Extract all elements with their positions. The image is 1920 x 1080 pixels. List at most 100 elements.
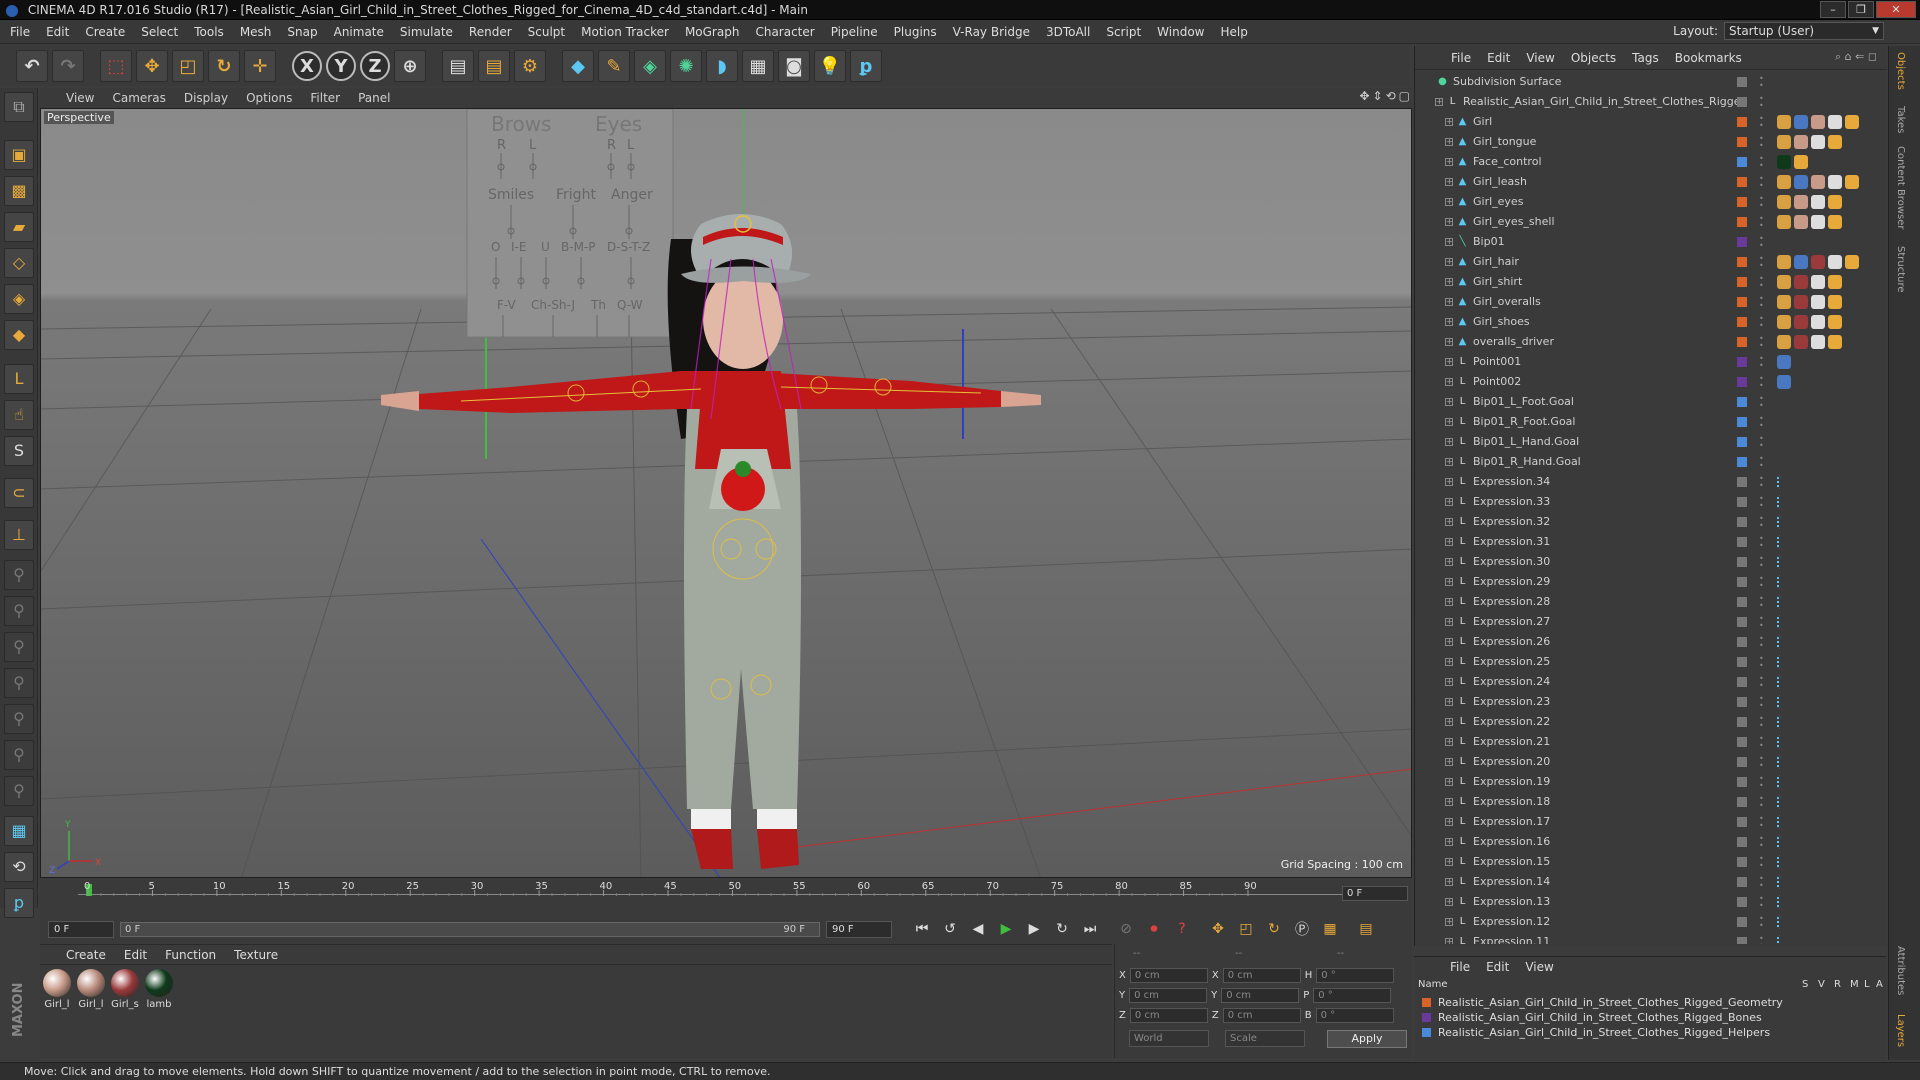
expand-toggle-icon[interactable]: + xyxy=(1445,638,1453,646)
tag-icon[interactable] xyxy=(1777,135,1791,149)
tag-icon[interactable] xyxy=(1811,195,1825,209)
expand-toggle-icon[interactable]: + xyxy=(1445,138,1453,146)
tag-icon[interactable] xyxy=(1828,215,1842,229)
menu-window[interactable]: Window xyxy=(1157,25,1204,39)
layer-color-swatch[interactable] xyxy=(1737,817,1747,827)
expand-toggle-icon[interactable]: + xyxy=(1445,558,1453,566)
expand-toggle-icon[interactable]: + xyxy=(1445,538,1453,546)
zoom-icon[interactable]: ⇕ xyxy=(1373,89,1383,103)
object-row[interactable]: + L Expression.20 • • xyxy=(1415,752,1877,772)
make-editable-icon[interactable]: ⧉ xyxy=(4,92,34,122)
key-pla-icon[interactable]: ▦ xyxy=(1318,917,1342,941)
tag-icon[interactable] xyxy=(1794,135,1808,149)
menu-vray-bridge[interactable]: V-Ray Bridge xyxy=(953,25,1030,39)
object-row[interactable]: + ▲ Girl_overalls • • xyxy=(1415,292,1877,312)
tag-icon[interactable] xyxy=(1794,195,1808,209)
tag-icon[interactable] xyxy=(1811,175,1825,189)
floor-icon[interactable]: ▦ xyxy=(742,50,774,82)
layer-color-swatch[interactable] xyxy=(1737,97,1747,107)
expand-toggle-icon[interactable]: + xyxy=(1445,618,1453,626)
visibility-dots-icon[interactable]: •• xyxy=(1759,315,1764,330)
object-row[interactable]: + ▲ Girl_shoes • • xyxy=(1415,312,1877,332)
visibility-dots-icon[interactable]: •• xyxy=(1759,835,1764,850)
layer-color-swatch[interactable] xyxy=(1737,757,1747,767)
expression-tag-icon[interactable] xyxy=(1777,735,1787,749)
layer-color-swatch[interactable] xyxy=(1737,497,1747,507)
position-y-field[interactable]: 0 cm xyxy=(1129,988,1208,1003)
layer-color-swatch[interactable] xyxy=(1737,857,1747,867)
key-rotation-icon[interactable]: ↻ xyxy=(1262,917,1286,941)
expression-tag-icon[interactable] xyxy=(1777,835,1787,849)
visibility-dots-icon[interactable]: •• xyxy=(1759,935,1764,945)
menu-file[interactable]: File xyxy=(10,25,30,39)
expression-tag-icon[interactable] xyxy=(1777,815,1787,829)
vp-menu-options[interactable]: Options xyxy=(246,91,292,105)
tag-icon[interactable] xyxy=(1828,275,1842,289)
object-row[interactable]: + L Expression.23 • • xyxy=(1415,692,1877,712)
camera-icon[interactable]: ◙ xyxy=(778,50,810,82)
expand-toggle-icon[interactable]: + xyxy=(1445,778,1453,786)
visibility-dots-icon[interactable]: •• xyxy=(1759,415,1764,430)
visibility-dots-icon[interactable]: •• xyxy=(1759,915,1764,930)
tag-icon[interactable] xyxy=(1845,255,1859,269)
render-settings-icon[interactable]: ⚙ xyxy=(514,50,546,82)
menu-plugins[interactable]: Plugins xyxy=(894,25,937,39)
menu-help[interactable]: Help xyxy=(1220,25,1247,39)
vp-menu-display[interactable]: Display xyxy=(184,91,228,105)
tag-icon[interactable] xyxy=(1828,175,1842,189)
object-row[interactable]: + L Expression.28 • • xyxy=(1415,592,1877,612)
layer-color-swatch[interactable] xyxy=(1737,637,1747,647)
menu-snap[interactable]: Snap xyxy=(287,25,317,39)
rotation-h-field[interactable]: 0 ° xyxy=(1316,968,1395,983)
object-row[interactable]: + L Expression.22 • • xyxy=(1415,712,1877,732)
render-view-icon[interactable]: ▤ xyxy=(442,50,474,82)
expand-toggle-icon[interactable]: + xyxy=(1445,878,1453,886)
object-row[interactable]: + L Expression.15 • • xyxy=(1415,852,1877,872)
object-row[interactable]: + L Expression.19 • • xyxy=(1415,772,1877,792)
visibility-dots-icon[interactable]: •• xyxy=(1759,795,1764,810)
expand-toggle-icon[interactable]: + xyxy=(1445,918,1453,926)
axis-mode-icon[interactable]: L xyxy=(4,364,34,394)
tag-icon[interactable] xyxy=(1845,115,1859,129)
expand-toggle-icon[interactable]: + xyxy=(1445,458,1453,466)
visibility-dots-icon[interactable]: •• xyxy=(1759,435,1764,450)
tag-icon[interactable] xyxy=(1828,295,1842,309)
scale-icon[interactable]: ◰ xyxy=(172,50,204,82)
expand-toggle-icon[interactable]: + xyxy=(1445,738,1453,746)
visibility-dots-icon[interactable]: •• xyxy=(1759,895,1764,910)
coord-space-dropdown[interactable]: World xyxy=(1129,1030,1209,1047)
menu-edit[interactable]: Edit xyxy=(46,25,69,39)
object-row[interactable]: + ▲ overalls_driver • • xyxy=(1415,332,1877,352)
key-scale-icon[interactable]: ◰ xyxy=(1234,917,1258,941)
layer-color-swatch[interactable] xyxy=(1737,197,1747,207)
expand-toggle-icon[interactable]: + xyxy=(1445,938,1453,944)
menu-create[interactable]: Create xyxy=(85,25,125,39)
spline-pen-icon[interactable]: ✎ xyxy=(598,50,630,82)
tag-icon[interactable] xyxy=(1811,315,1825,329)
tab-objects[interactable]: Objects xyxy=(1895,52,1906,90)
edges-mode-icon[interactable]: ◈ xyxy=(4,284,34,314)
object-row[interactable]: + L Bip01_L_Foot.Goal • • xyxy=(1415,392,1877,412)
prev-key-icon[interactable]: ↺ xyxy=(938,917,962,941)
visibility-dots-icon[interactable]: •• xyxy=(1759,115,1764,130)
expression-tag-icon[interactable] xyxy=(1777,575,1787,589)
prev-frame-icon[interactable]: ◀ xyxy=(966,917,990,941)
expand-toggle-icon[interactable]: + xyxy=(1435,98,1443,106)
visibility-dots-icon[interactable]: •• xyxy=(1759,395,1764,410)
obj-menu-edit[interactable]: Edit xyxy=(1487,51,1510,65)
layer-color-swatch[interactable] xyxy=(1737,677,1747,687)
visibility-dots-icon[interactable]: •• xyxy=(1759,75,1764,90)
expression-tag-icon[interactable] xyxy=(1777,535,1787,549)
tag-icon[interactable] xyxy=(1777,115,1791,129)
menu-3dtoall[interactable]: 3DToAll xyxy=(1046,25,1090,39)
tag-icon[interactable] xyxy=(1828,255,1842,269)
deformer-icon[interactable]: ◗ xyxy=(706,50,738,82)
position-x-field[interactable]: 0 cm xyxy=(1129,968,1208,983)
expression-tag-icon[interactable] xyxy=(1777,795,1787,809)
layer-color-swatch[interactable] xyxy=(1737,777,1747,787)
tag-icon[interactable] xyxy=(1777,355,1791,369)
layer-color-swatch[interactable] xyxy=(1737,297,1747,307)
expression-tag-icon[interactable] xyxy=(1777,755,1787,769)
minimize-button[interactable]: – xyxy=(1820,1,1846,18)
layer-color-swatch[interactable] xyxy=(1737,717,1747,727)
